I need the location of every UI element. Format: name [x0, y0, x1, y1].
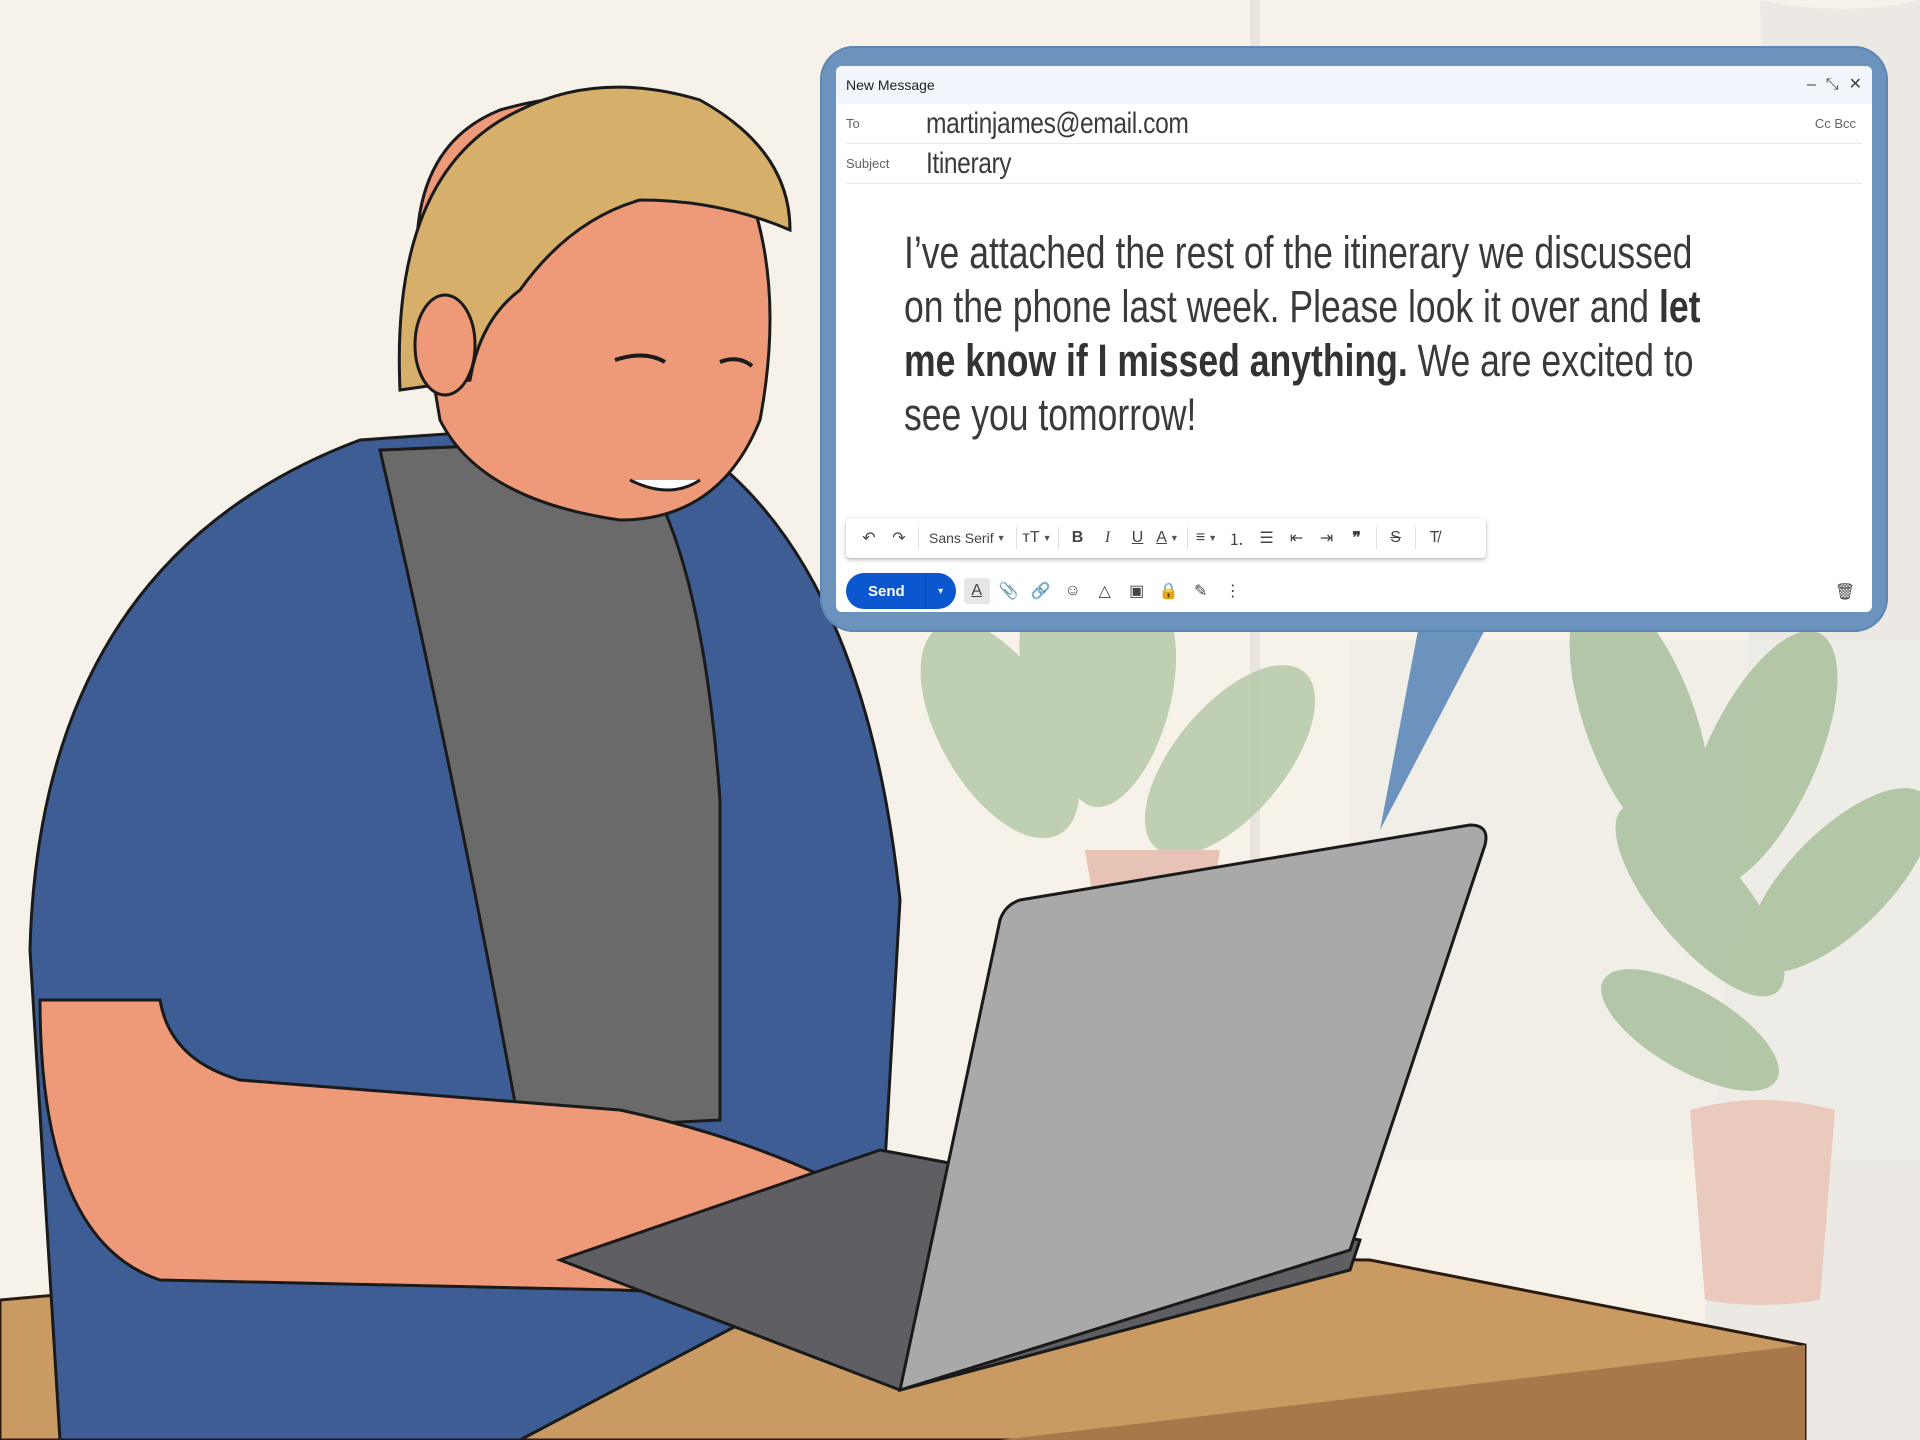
subject-input[interactable]: Itinerary: [926, 147, 1012, 181]
cc-bcc-link[interactable]: Cc Bcc: [1815, 116, 1856, 131]
font-select[interactable]: Sans Serif ▼: [923, 523, 1012, 553]
to-input[interactable]: martinjames@email.com: [926, 107, 1189, 141]
align-icon: ≡: [1195, 529, 1206, 546]
compose-title: New Message: [846, 77, 935, 93]
more-options-icon[interactable]: ⋮: [1220, 578, 1246, 604]
bold-icon[interactable]: B: [1063, 523, 1093, 553]
emoji-icon[interactable]: ☺: [1060, 578, 1086, 604]
close-icon[interactable]: ✕: [1849, 77, 1862, 93]
chevron-down-icon: ▼: [1042, 533, 1052, 543]
quote-icon[interactable]: ❞: [1342, 523, 1372, 553]
to-field-row: To martinjames@email.com Cc Bcc: [846, 104, 1862, 144]
numbered-list-icon[interactable]: ⒈: [1222, 523, 1252, 553]
divider: [1057, 527, 1059, 549]
divider: [918, 527, 919, 549]
subject-label: Subject: [846, 156, 890, 171]
strikethrough-icon[interactable]: S: [1381, 523, 1411, 553]
chevron-down-icon: ▼: [1169, 533, 1179, 543]
clear-formatting-icon[interactable]: T̸: [1420, 523, 1450, 553]
send-options-dropdown[interactable]: ▾: [926, 573, 956, 609]
compose-header: New Message – ⤡ ✕: [836, 66, 1872, 104]
chevron-down-icon: ▼: [1208, 533, 1218, 543]
ear: [413, 293, 477, 397]
font-size-button[interactable]: тT ▼: [1021, 523, 1054, 553]
compose-actions: A 📎 🔗 ☺ △ ▣ 🔒 ✎ ⋮: [963, 578, 1246, 604]
to-label: To: [846, 116, 860, 131]
expand-icon[interactable]: ⤡: [1826, 77, 1839, 93]
text-color-button[interactable]: A ▼: [1153, 523, 1183, 553]
body-text-1: I’ve attached the rest of the itinerary …: [904, 227, 1693, 332]
divider: [1414, 527, 1416, 549]
attach-icon[interactable]: 📎: [996, 578, 1022, 604]
trash-icon[interactable]: 🗑: [1832, 579, 1858, 605]
font-select-label: Sans Serif: [929, 530, 994, 546]
redo-icon[interactable]: ↷: [884, 523, 914, 553]
link-icon[interactable]: 🔗: [1028, 578, 1054, 604]
plant-pot-right: [1690, 1100, 1835, 1305]
compose-window: New Message – ⤡ ✕ To martinjames@email.c…: [836, 66, 1872, 612]
confidential-icon[interactable]: 🔒: [1156, 578, 1182, 604]
divider: [1186, 527, 1188, 549]
bulleted-list-icon[interactable]: ☰: [1252, 523, 1282, 553]
chevron-down-icon: ▼: [996, 533, 1006, 543]
align-button[interactable]: ≡ ▼: [1192, 523, 1222, 553]
signature-icon[interactable]: ✎: [1188, 578, 1214, 604]
italic-icon[interactable]: I: [1093, 523, 1123, 553]
minimize-icon[interactable]: –: [1807, 77, 1816, 93]
formatting-toolbar: ↶ ↷ Sans Serif ▼ тT ▼ B I U A ▼ ≡ ▼ ⒈ ☰ ⇤ ⇥ …: [846, 518, 1486, 558]
indent-more-icon[interactable]: ⇥: [1312, 523, 1342, 553]
underline-icon[interactable]: U: [1123, 523, 1153, 553]
undo-icon[interactable]: ↶: [854, 523, 884, 553]
message-body[interactable]: I’ve attached the rest of the itinerary …: [904, 226, 1741, 442]
text-color-icon: A: [1156, 529, 1167, 546]
window-controls: – ⤡ ✕: [1807, 77, 1862, 93]
subject-field-row: Subject Itinerary: [846, 144, 1862, 184]
send-button-group: Send ▾: [846, 573, 956, 609]
divider: [1375, 527, 1377, 549]
divider: [1015, 527, 1017, 549]
indent-less-icon[interactable]: ⇤: [1282, 523, 1312, 553]
photo-icon[interactable]: ▣: [1124, 578, 1150, 604]
formatting-icon[interactable]: A: [963, 578, 990, 604]
send-button[interactable]: Send: [846, 573, 925, 609]
drive-icon[interactable]: △: [1092, 578, 1118, 604]
compose-bottom-bar: Send ▾ A 📎 🔗 ☺ △ ▣ 🔒 ✎ ⋮ 🗑: [846, 573, 1862, 609]
font-size-icon: тT: [1022, 529, 1040, 546]
